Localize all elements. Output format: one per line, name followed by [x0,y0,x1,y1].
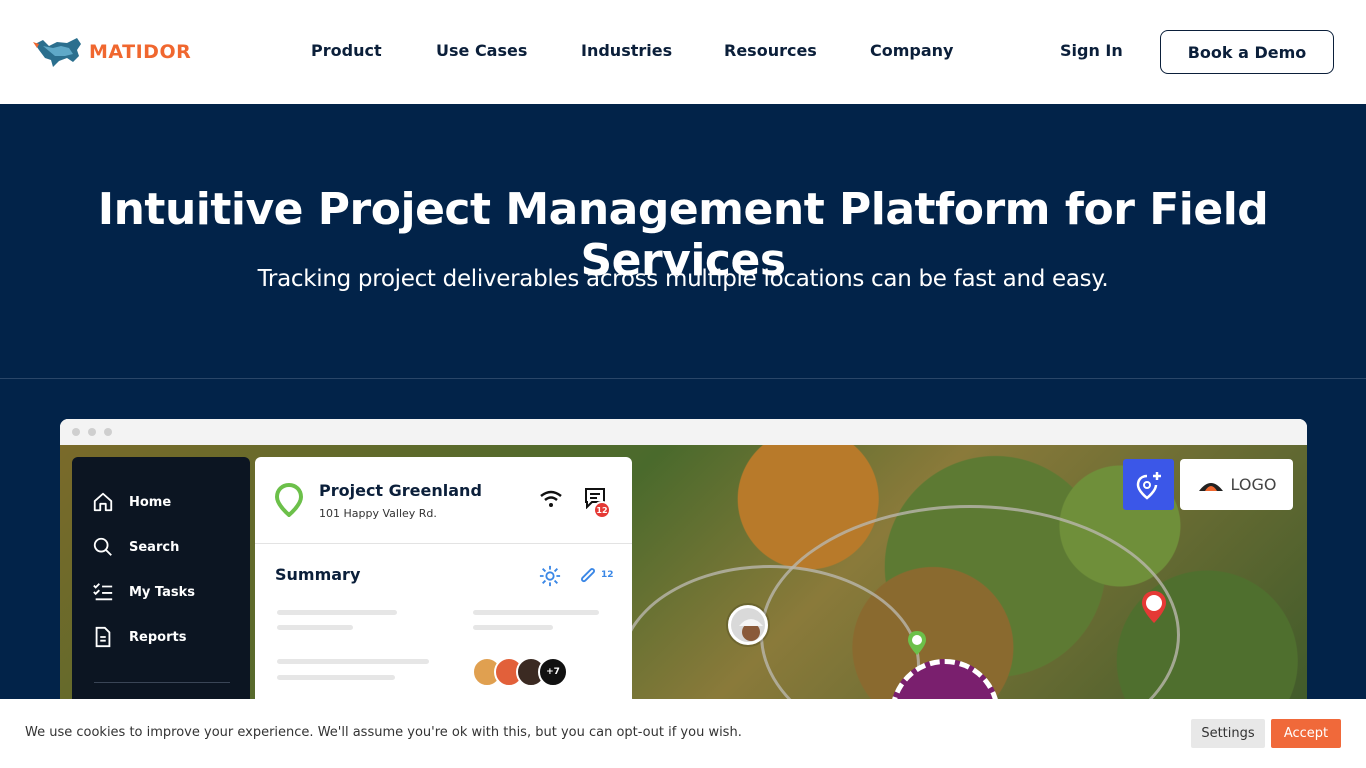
sidebar-item-my-tasks[interactable]: My Tasks [92,581,195,603]
cookie-message: We use cookies to improve your experienc… [25,725,742,740]
green-map-pin-icon[interactable] [906,629,928,657]
placeholder-line [473,625,553,630]
message-count-badge: 12 [593,501,611,519]
add-location-button[interactable] [1123,459,1174,510]
hero-subtitle: Tracking project deliverables across mul… [257,266,1109,292]
project-address: 101 Happy Valley Rd. [319,507,437,520]
search-icon [93,537,112,556]
cookie-settings-button[interactable]: Settings [1191,719,1265,748]
nav-industries[interactable]: Industries [581,41,672,60]
placeholder-line [473,610,599,615]
nav-resources[interactable]: Resources [724,41,817,60]
nav-use-cases[interactable]: Use Cases [436,41,527,60]
project-title: Project Greenland [319,481,482,500]
company-logo-card: LOGO [1180,459,1293,510]
matidor-logo[interactable]: MATIDOR [33,34,191,70]
sign-in-link[interactable]: Sign In [1060,41,1123,60]
sidebar-item-search[interactable]: Search [92,536,179,558]
placeholder-line [277,659,429,664]
logo-card-text: LOGO [1230,475,1277,494]
bull-logo-icon [33,38,81,67]
tasks-icon [93,583,113,601]
cookie-accept-button[interactable]: Accept [1271,719,1341,748]
cookie-banner: We use cookies to improve your experienc… [0,699,1366,768]
attachment-icon[interactable] [577,565,599,587]
app-screenshot: Home Search My Tasks Reports Project Gre… [60,419,1307,709]
book-demo-button[interactable]: Book a Demo [1160,30,1334,74]
more-members-badge: +7 [538,657,568,687]
location-pin-icon [275,483,303,517]
report-icon [95,626,111,648]
window-titlebar [60,419,1307,445]
home-icon [93,492,113,512]
project-panel: Project Greenland 101 Happy Valley Rd. 1… [255,457,632,709]
gear-icon[interactable] [539,565,561,587]
add-location-icon [1136,471,1161,500]
attachment-count: 12 [601,570,614,580]
summary-heading: Summary [275,565,361,584]
sidebar-item-label: Reports [129,629,187,645]
sidebar-item-home[interactable]: Home [92,491,171,513]
placeholder-line [277,625,353,630]
site-header: MATIDOR Product Use Cases Industries Res… [0,0,1366,104]
team-avatars[interactable]: +7 [472,657,568,687]
red-map-pin-icon[interactable] [1140,589,1168,625]
sunrise-logo-icon [1198,482,1223,491]
window-dot [72,428,80,436]
window-dot [88,428,96,436]
panel-divider [255,543,632,544]
window-dot [104,428,112,436]
wifi-icon [540,490,562,507]
sidebar-item-reports[interactable]: Reports [92,626,186,648]
placeholder-line [277,675,395,680]
logo-text: MATIDOR [89,41,192,63]
placeholder-line [277,610,397,615]
sidebar-item-label: Home [129,494,172,510]
nav-product[interactable]: Product [311,41,382,60]
nav-company[interactable]: Company [870,41,953,60]
sidebar-divider [94,682,230,683]
app-sidebar: Home Search My Tasks Reports [72,457,250,709]
sidebar-item-label: Search [129,539,180,555]
sidebar-item-label: My Tasks [129,584,196,600]
worker-avatar[interactable] [728,605,768,645]
hero-divider [0,378,1366,379]
